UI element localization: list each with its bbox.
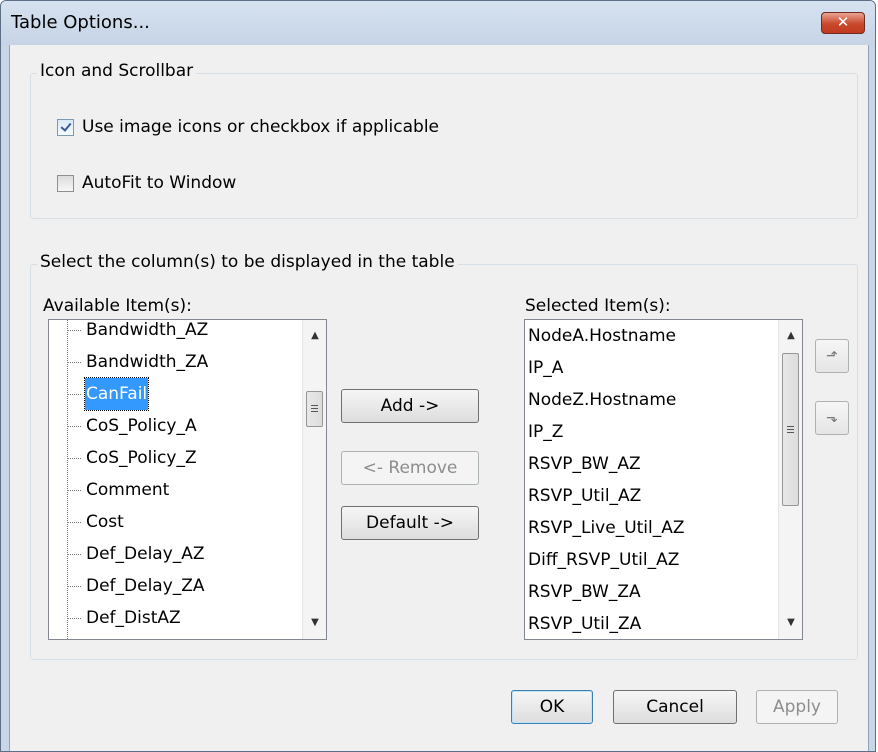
available-scroll-thumb[interactable] bbox=[306, 391, 323, 427]
available-list-item[interactable]: Bandwidth_AZ bbox=[49, 320, 303, 346]
available-list-item[interactable]: Def_Delay_AZ bbox=[49, 538, 303, 570]
ok-button[interactable]: OK bbox=[511, 690, 593, 724]
grip-icon bbox=[787, 425, 794, 433]
selected-list-item[interactable]: Diff_RSVP_Util_AZ bbox=[525, 544, 779, 576]
available-list-item[interactable]: Cost bbox=[49, 506, 303, 538]
columns-group: Select the column(s) to be displayed in … bbox=[30, 252, 858, 660]
available-list-item[interactable]: Def_Delay_ZA bbox=[49, 570, 303, 602]
move-down-button[interactable]: ⬎ bbox=[815, 401, 849, 435]
table-options-dialog: Table Options... ✕ Icon and Scrollbar Us… bbox=[0, 0, 876, 752]
available-item-label: Def_Delay_ZA bbox=[86, 576, 205, 596]
tree-branch bbox=[67, 618, 81, 619]
selected-items-list[interactable]: NodeA.Hostname IP_A NodeZ.Hostname IP_Z RSVP… bbox=[524, 319, 803, 640]
available-item-label: Def_Delay_AZ bbox=[86, 544, 205, 564]
tree-branch bbox=[67, 394, 81, 395]
available-list-item[interactable]: CanFail bbox=[49, 377, 303, 411]
available-item-label: CanFail bbox=[83, 377, 150, 411]
window-title: Table Options... bbox=[11, 12, 150, 33]
title-bar[interactable]: Table Options... ✕ bbox=[1, 1, 875, 45]
available-item-label: CoS_Policy_A bbox=[86, 416, 197, 436]
available-item-label: CoS_Policy_Z bbox=[86, 448, 197, 468]
selected-list-item[interactable]: RSVP_Live_Util_AZ bbox=[525, 512, 779, 544]
available-item-label: Bandwidth_AZ bbox=[86, 320, 209, 340]
scroll-down-arrow-icon[interactable]: ▼ bbox=[303, 611, 326, 635]
available-scrollbar[interactable]: ▲ ▼ bbox=[302, 320, 326, 639]
icon-scrollbar-legend: Icon and Scrollbar bbox=[37, 61, 197, 81]
selected-list-item[interactable]: NodeZ.Hostname bbox=[525, 384, 779, 416]
arrow-down-icon: ⬎ bbox=[826, 410, 838, 426]
dialog-body: Icon and Scrollbar Use image icons or ch… bbox=[9, 45, 869, 751]
selected-item-label: RSVP_Live_Util_AZ bbox=[528, 518, 685, 538]
apply-button[interactable]: Apply bbox=[756, 690, 838, 724]
tree-branch bbox=[67, 330, 81, 331]
arrow-up-icon: ⬏ bbox=[826, 348, 838, 364]
selected-list-item[interactable]: IP_A bbox=[525, 352, 779, 384]
selected-scrollbar[interactable]: ▲ ▼ bbox=[778, 320, 802, 639]
available-item-label: Comment bbox=[86, 480, 170, 500]
available-item-label: Def_DistAZ bbox=[86, 608, 181, 628]
autofit-option[interactable]: AutoFit to Window bbox=[57, 173, 236, 193]
autofit-checkbox[interactable] bbox=[57, 174, 74, 192]
selected-list-item[interactable]: RSVP_Util_AZ bbox=[525, 480, 779, 512]
use-icons-label: Use image icons or checkbox if applicabl… bbox=[82, 117, 440, 137]
available-item-label: Cost bbox=[86, 512, 124, 532]
selected-list-item[interactable]: RSVP_BW_AZ bbox=[525, 448, 779, 480]
selected-item-label: RSVP_BW_AZ bbox=[528, 454, 641, 474]
tree-branch bbox=[67, 362, 81, 363]
selected-item-label: IP_A bbox=[528, 358, 564, 378]
available-list-item[interactable]: Bandwidth_ZA bbox=[49, 346, 303, 378]
icon-scrollbar-group: Icon and Scrollbar Use image icons or ch… bbox=[30, 61, 858, 219]
selected-list-item[interactable]: NodeA.Hostname bbox=[525, 320, 779, 352]
use-icons-option[interactable]: Use image icons or checkbox if applicabl… bbox=[57, 117, 439, 137]
checkmark-icon bbox=[59, 119, 72, 132]
selected-list-item[interactable]: RSVP_BW_ZA bbox=[525, 576, 779, 608]
selected-items-label: Selected Item(s): bbox=[525, 296, 671, 316]
close-button[interactable]: ✕ bbox=[821, 12, 865, 34]
scroll-down-arrow-icon[interactable]: ▼ bbox=[779, 611, 802, 635]
selected-item-label: NodeZ.Hostname bbox=[528, 390, 677, 410]
selected-item-label: RSVP_BW_ZA bbox=[528, 582, 641, 602]
tree-branch bbox=[67, 426, 81, 427]
available-list-item[interactable]: CoS_Policy_A bbox=[49, 410, 303, 442]
available-item-label: Def_DistZA bbox=[85, 634, 182, 639]
available-items-label: Available Item(s): bbox=[43, 296, 192, 316]
selected-list-item[interactable]: IP_Z bbox=[525, 416, 779, 448]
autofit-label: AutoFit to Window bbox=[82, 173, 237, 193]
move-up-button[interactable]: ⬏ bbox=[815, 339, 849, 373]
tree-branch bbox=[67, 490, 81, 491]
grip-icon bbox=[311, 405, 318, 412]
selected-item-label: Diff_RSVP_Util_AZ bbox=[528, 550, 680, 570]
selected-item-label: RSVP_Util_AZ bbox=[528, 486, 642, 506]
available-list-item[interactable]: Def_DistAZ bbox=[49, 602, 303, 634]
use-icons-checkbox[interactable] bbox=[57, 118, 74, 136]
scroll-up-arrow-icon[interactable]: ▲ bbox=[303, 324, 326, 348]
scroll-up-arrow-icon[interactable]: ▲ bbox=[779, 324, 802, 348]
selected-list-item[interactable]: RSVP_Util_ZA bbox=[525, 608, 779, 639]
available-item-label: Bandwidth_ZA bbox=[86, 352, 209, 372]
available-list-item[interactable]: CoS_Policy_Z bbox=[49, 442, 303, 474]
available-list-item[interactable]: Comment bbox=[49, 474, 303, 506]
default-button[interactable]: Default -> bbox=[341, 506, 479, 540]
available-items-list[interactable]: Bandwidth_AZ Bandwidth_ZA CanFail CoS_Polic… bbox=[48, 319, 327, 640]
selected-item-label: IP_Z bbox=[528, 422, 564, 442]
columns-legend: Select the column(s) to be displayed in … bbox=[37, 252, 458, 272]
selected-item-label: NodeA.Hostname bbox=[528, 326, 677, 346]
selected-item-label: RSVP_Util_ZA bbox=[528, 614, 642, 634]
remove-button[interactable]: <- Remove bbox=[341, 451, 479, 485]
add-button[interactable]: Add -> bbox=[341, 389, 479, 423]
tree-branch bbox=[67, 458, 81, 459]
selected-scroll-thumb[interactable] bbox=[782, 353, 799, 506]
tree-branch bbox=[67, 586, 81, 587]
cancel-button[interactable]: Cancel bbox=[613, 690, 737, 724]
tree-branch bbox=[67, 522, 81, 523]
tree-branch bbox=[67, 554, 81, 555]
available-list-item[interactable]: Def_DistZA bbox=[49, 634, 303, 639]
